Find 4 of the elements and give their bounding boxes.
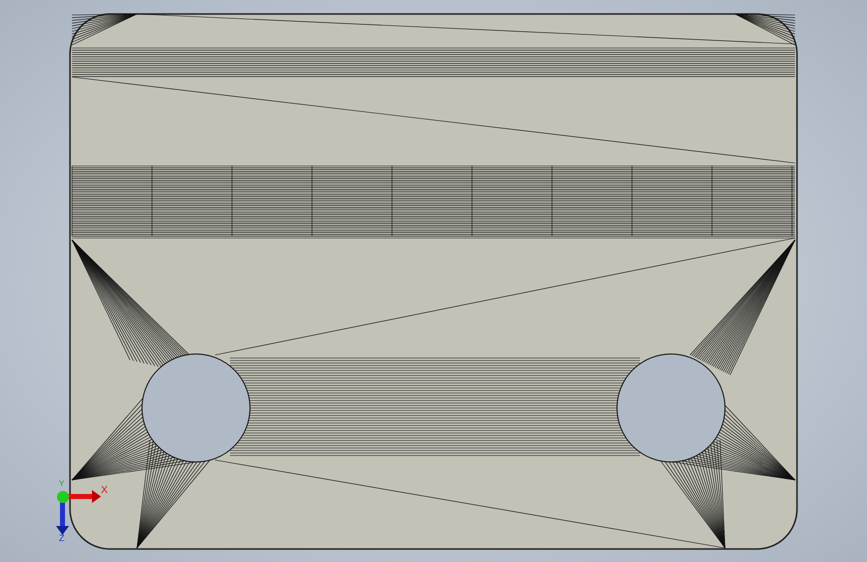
axis-triad-icon bbox=[56, 490, 101, 535]
y-axis-label: Y bbox=[59, 480, 64, 488]
x-axis-label: X bbox=[101, 486, 108, 496]
z-axis-label: Z bbox=[59, 534, 64, 543]
